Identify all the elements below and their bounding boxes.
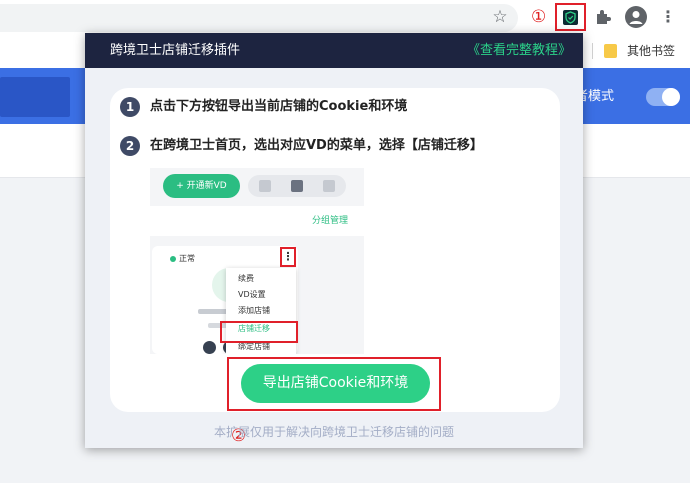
profile-avatar-icon[interactable]	[625, 6, 647, 28]
popup-title: 跨境卫士店铺迁移插件	[110, 43, 241, 58]
step-text: 在跨境卫士首页，选出对应VD的菜单，选择【店铺迁移】	[150, 138, 483, 153]
status-dot-icon	[170, 256, 176, 262]
menu-item: 续费	[238, 274, 254, 283]
menu-item: 添加店铺	[238, 306, 270, 315]
step-number: 2	[120, 136, 140, 156]
step-number: 1	[120, 97, 140, 117]
shield-icon	[563, 10, 578, 25]
extension-popup: 跨境卫士店铺迁移插件 《查看完整教程》 1 点击下方按钮导出当前店铺的Cooki…	[85, 33, 583, 448]
highlight-box	[220, 321, 298, 343]
toggle-knob	[662, 88, 680, 106]
detail-view-icon	[323, 180, 335, 192]
view-switcher	[248, 175, 346, 197]
callout-marker-1: ①	[531, 7, 547, 27]
browser-menu-icon[interactable]: ⋮	[660, 7, 676, 27]
step-2: 2 在跨境卫士首页，选出对应VD的菜单，选择【店铺迁移】	[120, 135, 560, 157]
grid-view-icon	[259, 180, 271, 192]
tutorial-link[interactable]: 《查看完整教程》	[467, 42, 571, 60]
extensions-puzzle-icon[interactable]	[592, 6, 614, 28]
group-manage-label: 分组管理	[311, 216, 348, 226]
list-view-icon	[291, 180, 303, 192]
bookmarks-separator	[592, 43, 593, 59]
illustration-screenshot: + 开通新VD 分组管理 正常 续费 VD设置 添加店铺 店铺迁移 绑定店铺 ⋮	[150, 168, 364, 354]
footer-note: 本扩展仅用于解决向跨境卫士迁移店铺的问题	[213, 425, 454, 439]
new-vd-button: + 开通新VD	[163, 174, 240, 198]
step-text: 点击下方按钮导出当前店铺的Cookie和环境	[150, 99, 408, 114]
page-header-block	[0, 77, 70, 117]
address-bar[interactable]	[0, 4, 518, 32]
other-bookmarks-label[interactable]: 其他书签	[627, 42, 675, 60]
more-menu-icon: ⋮	[280, 247, 296, 267]
status-label: 正常	[179, 254, 195, 263]
popup-header: 跨境卫士店铺迁移插件 《查看完整教程》	[85, 33, 583, 68]
export-cookie-button[interactable]: 导出店铺Cookie和环境	[241, 364, 430, 403]
step-1: 1 点击下方按钮导出当前店铺的Cookie和环境	[120, 96, 560, 118]
bookmark-star-icon[interactable]: ☆	[490, 6, 510, 28]
extension-button[interactable]	[555, 3, 586, 31]
browser-icon	[203, 341, 216, 354]
menu-item: VD设置	[238, 290, 266, 299]
folder-icon[interactable]	[604, 44, 617, 58]
